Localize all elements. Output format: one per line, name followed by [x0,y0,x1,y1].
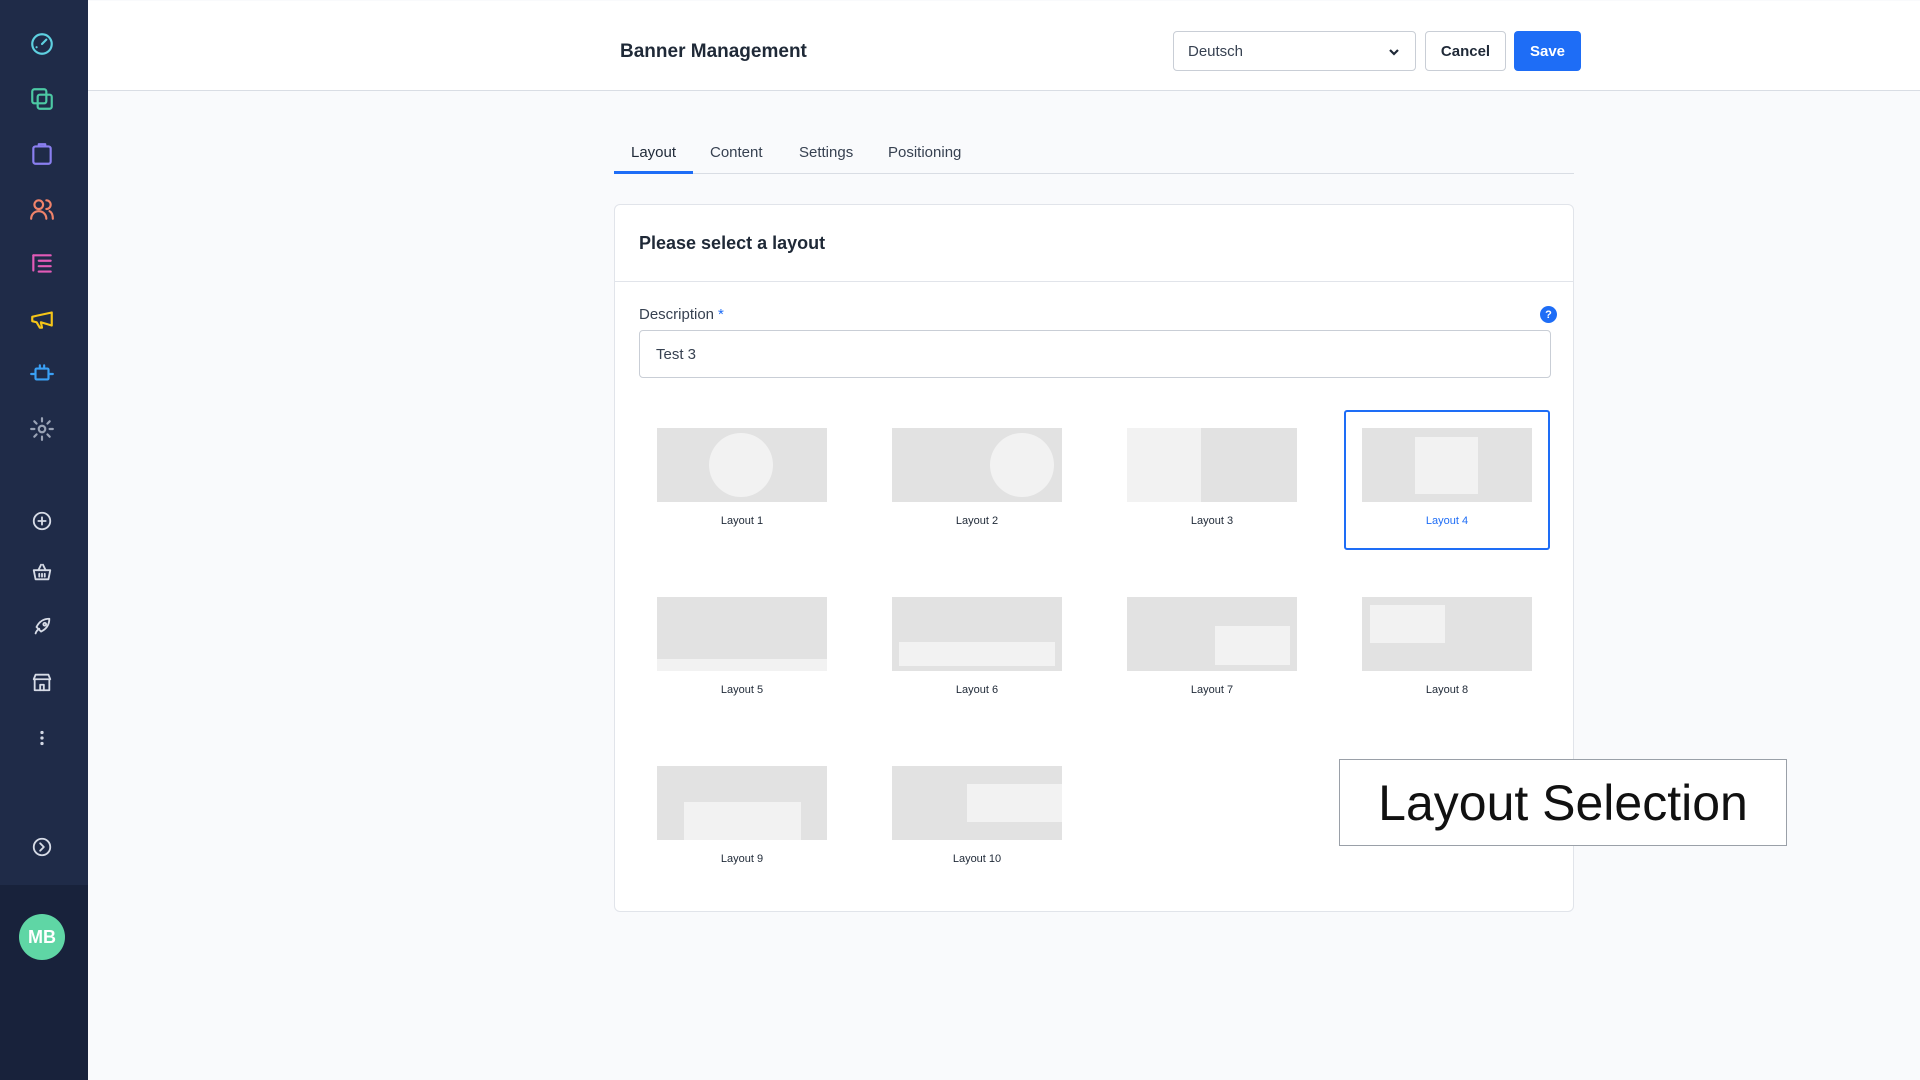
layout-label: Layout 2 [955,515,999,527]
layout-thumbnail [1127,428,1297,502]
layout-thumbnail [892,428,1062,502]
marketing-icon[interactable] [26,303,58,335]
caption-overlay: Layout Selection [1339,759,1787,846]
tab-positioning[interactable]: Positioning [888,144,961,161]
active-tab-indicator [614,171,693,174]
layout-thumbnail [1127,597,1297,671]
layout-option-10[interactable]: Layout 10 [874,748,1080,888]
layout-option-2[interactable]: Layout 2 [874,410,1080,550]
description-label: Description * [639,306,724,323]
layout-label: Layout 6 [955,684,999,696]
settings-icon[interactable] [26,413,58,445]
avatar[interactable]: MB [19,914,65,960]
rocket-icon[interactable] [26,611,58,643]
page-title: Banner Management [620,41,807,62]
add-circle-icon[interactable] [26,505,58,537]
layout-label: Layout 8 [1425,684,1469,696]
tab-layout[interactable]: Layout [631,144,676,161]
layout-thumbnail [1362,428,1532,502]
extensions-icon[interactable] [26,358,58,390]
layout-option-5[interactable]: Layout 5 [639,579,845,719]
card-title: Please select a layout [639,233,826,253]
expand-sidebar-icon[interactable] [26,831,58,863]
layout-option-6[interactable]: Layout 6 [874,579,1080,719]
card-header: Please select a layout [615,205,1573,282]
tab-settings[interactable]: Settings [799,144,853,161]
layout-label: Layout 4 [1425,515,1469,527]
layout-label: Layout 10 [952,853,1002,865]
more-vertical-icon[interactable] [26,722,58,754]
layout-thumbnail [892,766,1062,840]
layout-thumbnail [657,766,827,840]
layout-thumbnail [1362,597,1532,671]
content-icon[interactable] [26,248,58,280]
language-select-value: Deutsch [1188,42,1244,60]
top-header: Banner Management Deutsch Cancel Save [88,1,1920,91]
layout-label: Layout 5 [720,684,764,696]
basket-icon[interactable] [26,556,58,588]
layout-option-1[interactable]: Layout 1 [639,410,845,550]
save-button[interactable]: Save [1514,31,1581,71]
dashboard-icon[interactable] [26,28,58,60]
tab-bar: Layout Content Settings Positioning [614,134,1574,174]
chevron-down-icon [1387,45,1401,59]
description-label-text: Description [639,306,715,323]
language-select[interactable]: Deutsch [1173,31,1416,71]
store-icon[interactable] [26,666,58,698]
required-mark: * [718,306,724,323]
layout-thumbnail [892,597,1062,671]
layout-option-8[interactable]: Layout 8 [1344,579,1550,719]
layout-option-4[interactable]: Layout 4 [1344,410,1550,550]
layout-option-9[interactable]: Layout 9 [639,748,845,888]
layout-label: Layout 9 [720,853,764,865]
layout-thumbnail [657,597,827,671]
orders-icon[interactable] [26,138,58,170]
layout-thumbnail [657,428,827,502]
cancel-button[interactable]: Cancel [1425,31,1506,71]
layout-label: Layout 1 [720,515,764,527]
layout-label: Layout 7 [1190,684,1234,696]
sidebar: MB [0,0,88,1080]
customers-icon[interactable] [26,193,58,225]
layout-option-7[interactable]: Layout 7 [1109,579,1315,719]
catalog-icon[interactable] [26,83,58,115]
layout-option-3[interactable]: Layout 3 [1109,410,1315,550]
description-input[interactable] [639,330,1551,378]
tab-content[interactable]: Content [710,144,763,161]
layout-label: Layout 3 [1190,515,1234,527]
help-icon[interactable]: ? [1540,306,1557,323]
